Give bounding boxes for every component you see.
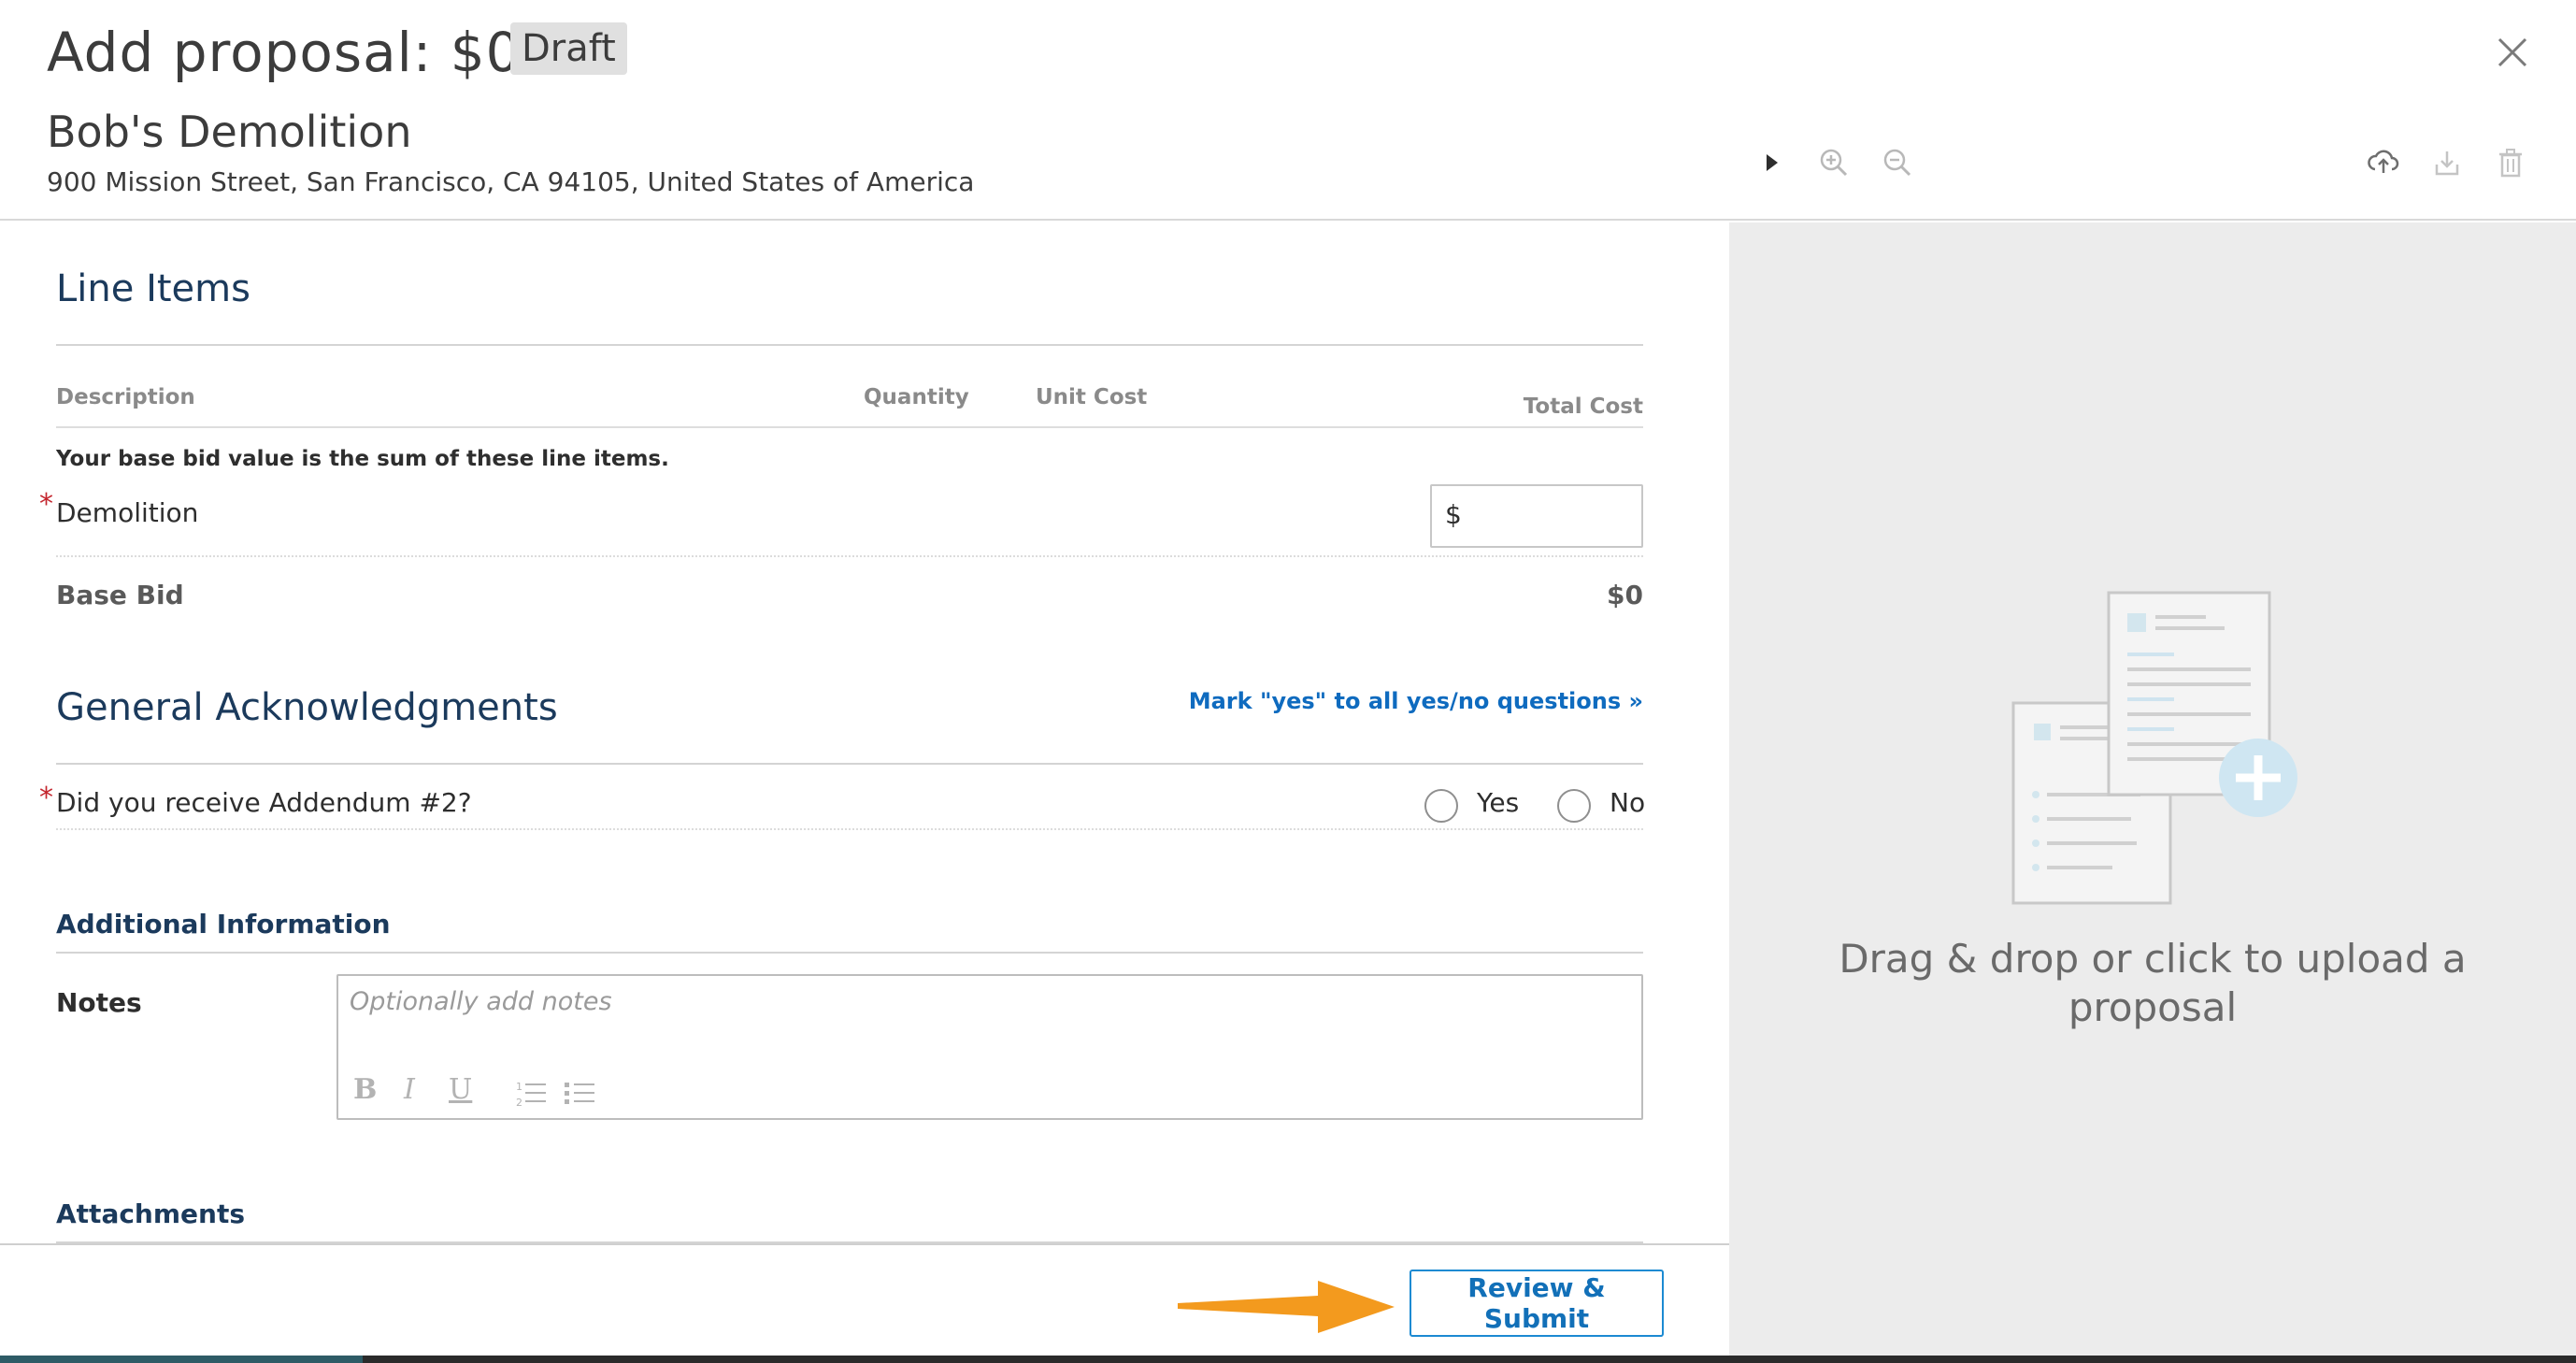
taskbar-accent: [0, 1356, 363, 1363]
play-icon[interactable]: [1755, 146, 1789, 179]
line-item-demolition-label: Demolition: [56, 497, 199, 528]
italic-button[interactable]: I: [404, 1073, 415, 1106]
arrow-annotation-icon: [1178, 1281, 1395, 1333]
mark-all-yes-link[interactable]: Mark "yes" to all yes/no questions »: [1189, 688, 1643, 714]
bullet-list-icon[interactable]: [563, 1079, 596, 1109]
bold-button[interactable]: B: [353, 1073, 377, 1106]
additional-info-title: Additional Information: [56, 909, 391, 940]
upload-panel[interactable]: Drag & drop or click to upload a proposa…: [1729, 222, 2576, 1356]
review-submit-button[interactable]: Review & Submit: [1410, 1270, 1664, 1337]
addendum-yes-label[interactable]: Yes: [1477, 787, 1519, 818]
col-unit-cost: Unit Cost: [1036, 385, 1148, 409]
vendor-address: 900 Mission Street, San Francisco, CA 94…: [47, 166, 975, 197]
acknowledgments-title: General Acknowledgments: [56, 686, 558, 729]
addendum-no-label[interactable]: No: [1610, 787, 1645, 818]
svg-text:1: 1: [516, 1081, 522, 1093]
line-items-title: Line Items: [56, 267, 250, 310]
line-items-help-text: Your base bid value is the sum of these …: [56, 447, 669, 471]
divider: [56, 952, 1643, 954]
proposal-form: Line Items Description Quantity Unit Cos…: [0, 222, 1729, 1245]
col-total-cost: Total Cost: [1523, 395, 1643, 419]
addendum-question-label: Did you receive Addendum #2?: [56, 787, 472, 818]
zoom-in-icon[interactable]: [1817, 146, 1851, 179]
notes-placeholder: Optionally add notes: [350, 987, 612, 1016]
divider: [56, 555, 1643, 557]
download-icon[interactable]: [2430, 146, 2464, 179]
divider: [56, 763, 1643, 765]
required-marker: *: [39, 488, 53, 521]
proposal-header: Add proposal: $0 Draft Bob's Demolition …: [0, 0, 2576, 221]
notes-editor[interactable]: Optionally add notes B I U 1 2: [336, 974, 1643, 1120]
documents-upload-icon: [2011, 591, 2297, 905]
numbered-list-icon[interactable]: 1 2: [514, 1079, 548, 1109]
close-icon[interactable]: [2494, 34, 2531, 71]
zoom-out-icon[interactable]: [1881, 146, 1914, 179]
divider: [56, 828, 1643, 830]
addendum-no-radio[interactable]: [1557, 789, 1591, 823]
addendum-yes-radio[interactable]: [1424, 789, 1458, 823]
base-bid-label: Base Bid: [56, 580, 184, 610]
taskbar-strip: [0, 1356, 2576, 1363]
svg-text:2: 2: [516, 1097, 522, 1109]
divider: [56, 344, 1643, 346]
base-bid-value: $0: [1607, 580, 1643, 610]
demolition-cost-input[interactable]: $: [1430, 484, 1643, 548]
page-title: Add proposal: $0: [47, 21, 522, 84]
col-quantity: Quantity: [864, 385, 969, 409]
upload-icon[interactable]: [2367, 146, 2400, 179]
underline-button[interactable]: U: [449, 1073, 472, 1106]
divider: [56, 426, 1643, 428]
col-description: Description: [56, 385, 195, 409]
required-marker: *: [39, 782, 53, 814]
status-badge: Draft: [510, 22, 627, 75]
attachments-title: Attachments: [56, 1198, 246, 1229]
upload-prompt[interactable]: Drag & drop or click to upload a proposa…: [1834, 935, 2471, 1032]
trash-icon[interactable]: [2494, 146, 2527, 179]
vendor-name: Bob's Demolition: [47, 107, 412, 157]
form-footer: Review & Submit: [0, 1243, 1729, 1357]
notes-label: Notes: [56, 987, 142, 1018]
